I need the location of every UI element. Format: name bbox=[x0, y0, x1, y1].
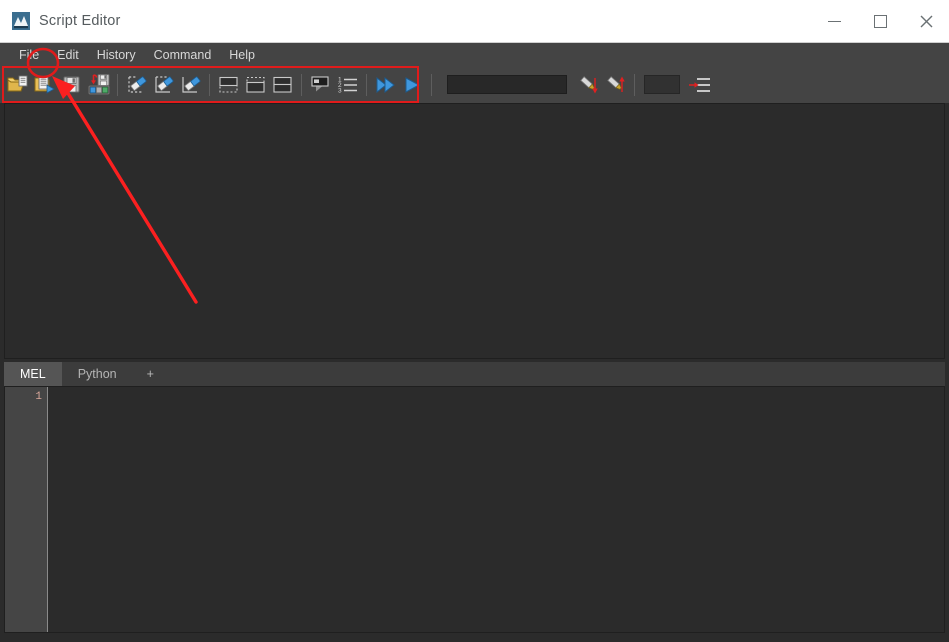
save-script-button[interactable] bbox=[59, 71, 84, 98]
close-button[interactable] bbox=[903, 0, 949, 43]
menu-history[interactable]: History bbox=[88, 46, 145, 64]
clear-all-icon bbox=[181, 75, 200, 93]
menu-command[interactable]: Command bbox=[145, 46, 221, 64]
maximize-icon bbox=[873, 14, 887, 28]
menu-edit[interactable]: Edit bbox=[48, 46, 88, 64]
clear-input-button[interactable] bbox=[151, 71, 176, 98]
open-and-run-script-button[interactable] bbox=[32, 71, 57, 98]
indent-width-field[interactable] bbox=[644, 75, 680, 94]
find-previous-icon bbox=[579, 75, 598, 93]
tab-python[interactable]: Python bbox=[61, 362, 133, 386]
execute-icon bbox=[405, 76, 420, 93]
maximize-button[interactable] bbox=[857, 0, 903, 43]
layout-history-below-button[interactable] bbox=[216, 71, 241, 98]
window-title: Script Editor bbox=[39, 13, 121, 29]
toolbar-separator-4 bbox=[366, 73, 367, 96]
window-controls bbox=[811, 0, 949, 43]
maya-app-icon bbox=[12, 12, 30, 30]
search-input[interactable] bbox=[447, 75, 567, 94]
layout-stacked-button[interactable] bbox=[270, 71, 295, 98]
menu-help[interactable]: Help bbox=[220, 46, 264, 64]
save-script-to-shelf-icon bbox=[88, 74, 109, 95]
indent-icon bbox=[688, 77, 710, 92]
execute-all-button[interactable] bbox=[373, 71, 398, 98]
menu-file[interactable]: File bbox=[10, 46, 48, 64]
clear-history-on-execute-button[interactable] bbox=[308, 71, 333, 98]
clear-input-icon bbox=[154, 75, 173, 93]
clear-history-on-execute-icon bbox=[310, 76, 329, 92]
titlebar: Script Editor bbox=[0, 0, 949, 43]
open-script-button[interactable] bbox=[5, 71, 30, 98]
open-script-icon bbox=[7, 75, 28, 92]
toolbar-separator-5 bbox=[431, 73, 432, 96]
save-script-icon bbox=[63, 76, 80, 93]
toolbar-separator-2 bbox=[209, 73, 210, 96]
minimize-icon bbox=[827, 20, 841, 22]
toolbar: 1 2 3 bbox=[0, 66, 949, 103]
clear-all-button[interactable] bbox=[178, 71, 203, 98]
menubar: File Edit History Command Help bbox=[0, 43, 949, 66]
line-number: 1 bbox=[35, 391, 42, 403]
tab-add-new[interactable]: + bbox=[132, 362, 168, 386]
layout-history-below-icon bbox=[218, 76, 238, 93]
clear-history-icon bbox=[127, 75, 146, 93]
layout-split-icon bbox=[245, 76, 265, 93]
script-tabbar: MEL Python + bbox=[4, 362, 945, 386]
find-previous-button[interactable] bbox=[576, 71, 601, 98]
script-editor-window: Script Editor File Edit History Command … bbox=[0, 0, 949, 642]
close-icon bbox=[920, 15, 932, 27]
save-script-to-shelf-button[interactable] bbox=[86, 71, 111, 98]
find-next-icon bbox=[606, 75, 625, 92]
indent-button[interactable] bbox=[687, 71, 712, 98]
open-and-run-script-icon bbox=[34, 76, 55, 94]
show-line-numbers-icon: 1 2 3 bbox=[338, 77, 357, 95]
svg-text:3: 3 bbox=[338, 88, 342, 95]
toolbar-separator-1 bbox=[117, 73, 118, 96]
script-editor-panel: 1 bbox=[4, 386, 945, 633]
line-number-gutter: 1 bbox=[5, 387, 48, 632]
layout-split-button[interactable] bbox=[243, 71, 268, 98]
execute-all-icon bbox=[376, 76, 395, 93]
toolbar-separator-6 bbox=[634, 73, 635, 96]
toolbar-separator-3 bbox=[301, 73, 302, 96]
layout-stacked-icon bbox=[272, 76, 292, 93]
history-output-panel[interactable] bbox=[4, 103, 945, 359]
tab-mel[interactable]: MEL bbox=[4, 362, 62, 386]
find-next-button[interactable] bbox=[603, 71, 628, 98]
minimize-button[interactable] bbox=[811, 0, 857, 43]
clear-history-button[interactable] bbox=[124, 71, 149, 98]
code-input-area[interactable] bbox=[48, 387, 944, 632]
show-line-numbers-button[interactable]: 1 2 3 bbox=[335, 71, 360, 98]
execute-button[interactable] bbox=[400, 71, 425, 98]
